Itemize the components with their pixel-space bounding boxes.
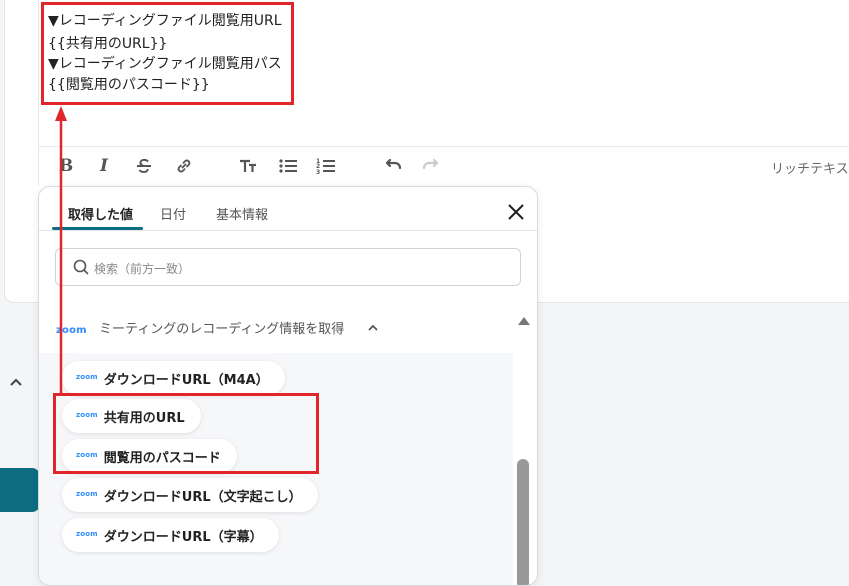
annotation-arrow — [55, 106, 67, 395]
